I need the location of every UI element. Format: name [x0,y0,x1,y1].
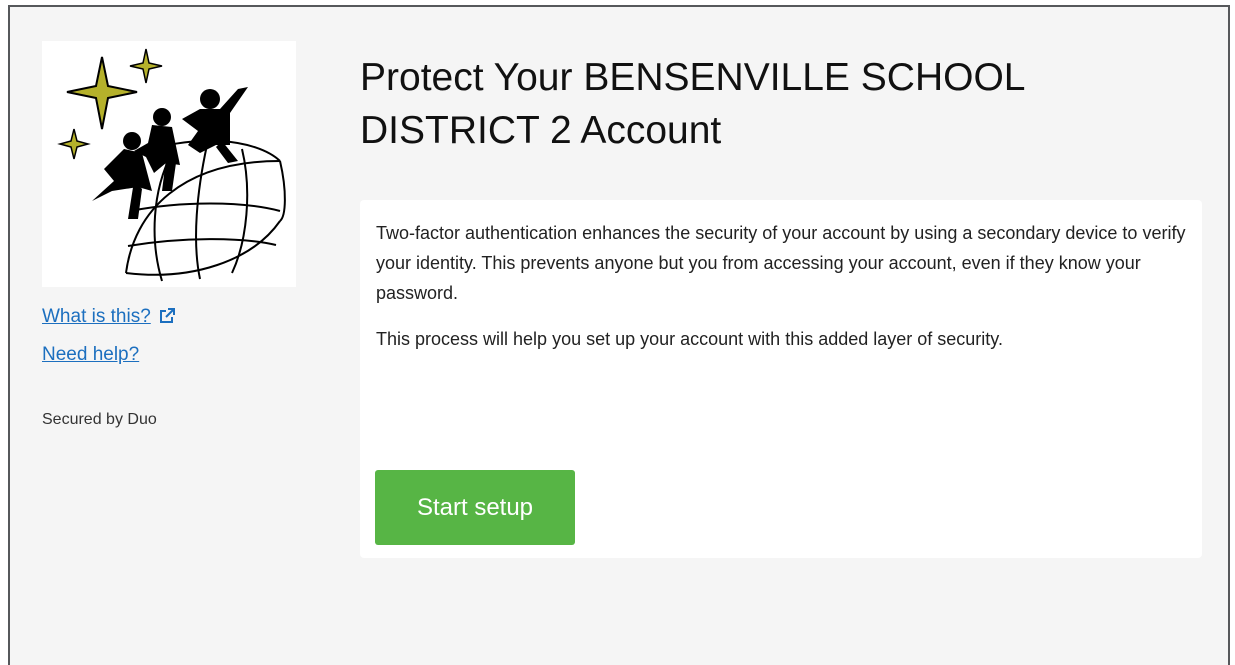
info-paragraph-1: Two-factor authentication enhances the s… [376,223,1186,303]
what-is-this-link[interactable]: What is this? [42,305,151,329]
page-title: Protect Your BENSENVILLE SCHOOL DISTRICT… [360,56,1025,152]
secured-by-duo-label: Secured by Duo [42,411,157,428]
school-logo [42,41,296,287]
start-setup-button[interactable]: Start setup [375,470,575,545]
need-help-link[interactable]: Need help? [42,343,139,367]
children-globe-stars-logo-icon [57,48,286,282]
info-card: Two-factor authentication enhances the s… [360,200,1202,558]
sidebar-links: What is this? Need help? [42,305,176,381]
duo-prompt-frame: What is this? Need help? Secured by Duo … [8,5,1230,665]
info-paragraph-2: This process will help you set up your a… [376,329,1003,349]
external-link-icon[interactable] [159,308,176,329]
